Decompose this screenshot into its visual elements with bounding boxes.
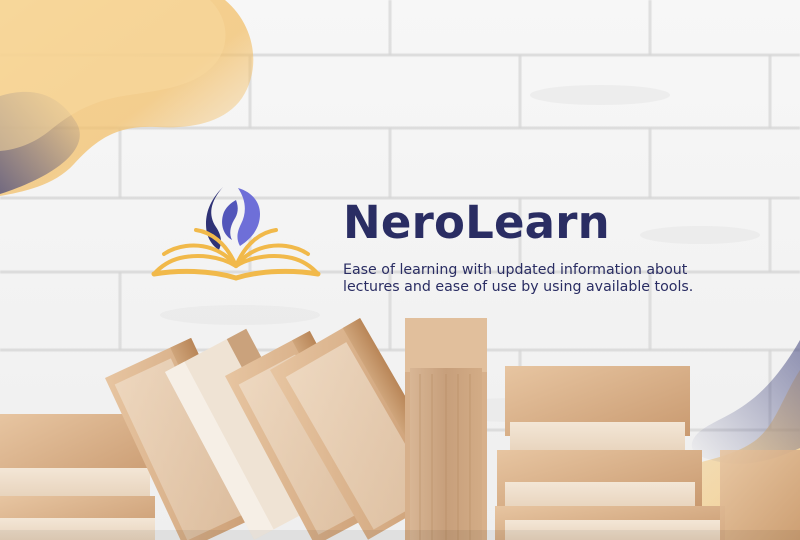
books-illustration bbox=[0, 318, 800, 540]
flame-book-logo-icon bbox=[151, 187, 321, 281]
brand-block: NeroLearn Ease of learning with updated … bbox=[150, 182, 710, 302]
brand-tagline: Ease of learning with updated informatio… bbox=[343, 262, 694, 295]
brand-title: NeroLearn bbox=[343, 196, 610, 249]
hero-banner: NeroLearn Ease of learning with updated … bbox=[0, 0, 800, 540]
